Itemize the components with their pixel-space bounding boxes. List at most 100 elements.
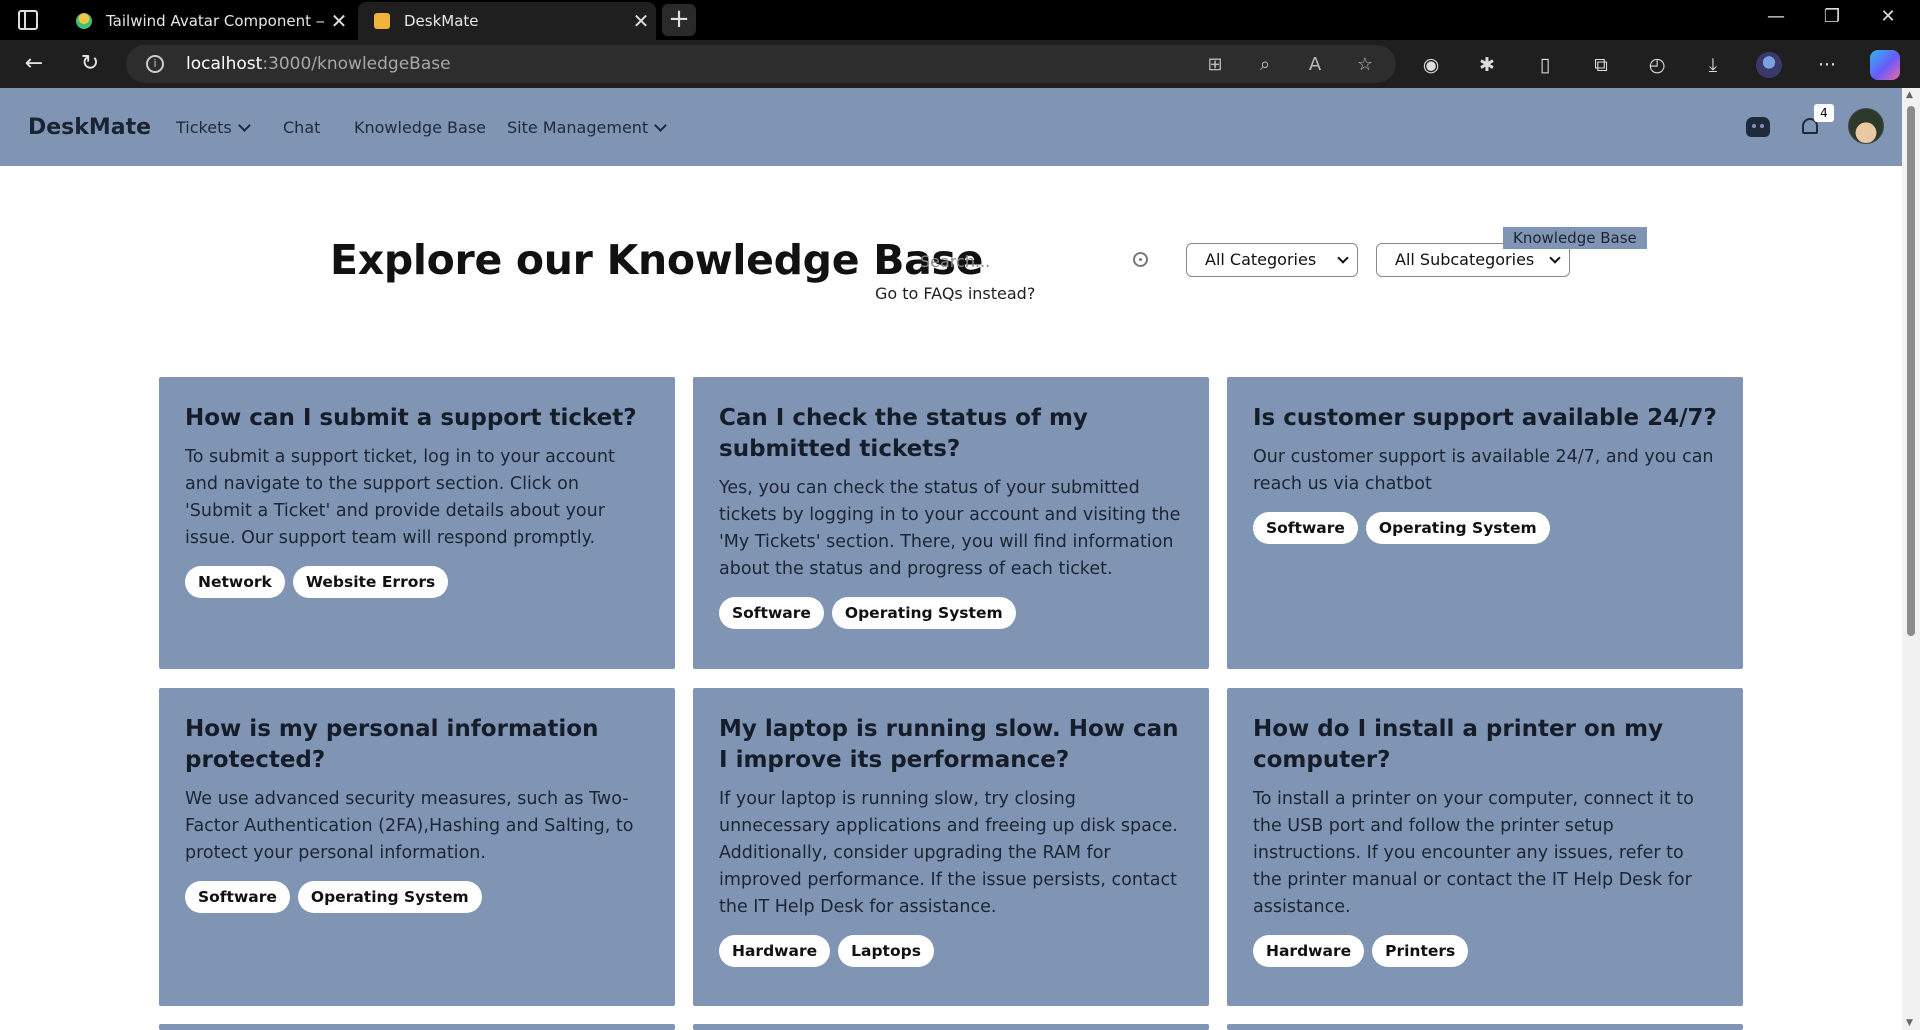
browser-tab-active[interactable]: DeskMate ✕ [358,2,656,40]
search-input[interactable] [906,243,1150,279]
card-body: Our customer support is available 24/7, … [1253,447,1714,494]
category-tag[interactable]: Software [719,597,824,629]
tag-list: Hardware Printers [1253,935,1717,967]
kb-card-partial[interactable] [159,1024,675,1030]
page-scrollbar[interactable]: ▲ ▼ [1902,88,1920,1030]
nav-tickets-label: Tickets [176,118,232,137]
reload-icon[interactable]: ↻ [74,48,106,80]
category-tag[interactable]: Software [1253,512,1358,544]
kb-card-partial[interactable] [1227,1024,1743,1030]
kb-card[interactable]: Is customer support available 24/7? Our … [1227,377,1743,669]
browser-tab[interactable]: Tailwind Avatar Component — Ta ✕ [60,2,354,40]
favorite-star-icon[interactable]: ☆ [1354,54,1376,76]
tab-close-icon[interactable]: ✕ [324,9,354,33]
new-tab-button[interactable]: + [662,4,696,36]
subcategory-select-value: All Subcategories [1395,250,1535,269]
card-body: We use advanced security measures, such … [185,789,634,863]
scroll-up-icon[interactable]: ▲ [1906,90,1913,100]
window-close-icon[interactable]: ✕ [1868,6,1908,27]
card-body: To install a printer on your computer, c… [1253,789,1694,917]
card-body: To submit a support ticket, log in to yo… [185,447,615,548]
category-tag[interactable]: Operating System [1365,512,1550,544]
nav-knowledge-base-label: Knowledge Base [354,118,486,137]
avatar[interactable] [1848,108,1884,144]
tab-title: Tailwind Avatar Component — Ta [106,12,324,30]
more-menu-icon[interactable]: ··· [1814,52,1840,78]
zoom-icon[interactable]: ⌕ [1254,54,1276,76]
split-screen-icon[interactable]: ▯ [1532,52,1558,78]
card-body: Yes, you can check the status of your su… [719,478,1181,579]
site-info-icon[interactable]: i [146,55,164,73]
notifications-button[interactable]: 4 [1800,104,1834,140]
category-tag[interactable]: Hardware [719,935,831,967]
app-navbar: DeskMate Tickets Chat Knowledge Base Sit… [0,88,1902,166]
browser-tab-bar: Tailwind Avatar Component — Ta ✕ DeskMat… [0,0,1920,40]
minimize-icon[interactable]: — [1756,6,1796,27]
card-title: Is customer support available 24/7? [1253,405,1717,431]
tag-list: Network Website Errors [185,566,649,598]
category-tag[interactable]: Operating System [831,597,1016,629]
chevron-down-icon [1337,252,1349,264]
downloads-icon[interactable]: ⤓ [1700,52,1726,78]
card-title: Can I check the status of my submitted t… [719,405,1088,462]
category-tag[interactable]: Software [185,881,290,913]
chevron-down-icon [237,118,251,132]
nav-chat[interactable]: Chat [283,118,320,137]
tab-favicon-icon [374,13,390,29]
tag-list: Software Operating System [1253,512,1717,544]
scrollbar-thumb[interactable] [1907,106,1915,636]
category-tag[interactable]: Laptops [838,935,934,967]
nav-tickets[interactable]: Tickets [176,118,251,137]
card-title: How is my personal information protected… [185,716,599,773]
url-text: localhost:3000/knowledgeBase [186,54,451,74]
tab-actions-icon[interactable] [18,10,38,30]
back-icon[interactable]: ← [18,48,50,80]
restore-icon[interactable]: ❐ [1812,6,1852,27]
collections-icon[interactable]: ⧉ [1588,52,1614,78]
card-title: My laptop is running slow. How can I imp… [719,716,1179,773]
scroll-down-icon[interactable]: ▼ [1906,1018,1913,1028]
chevron-down-icon [1549,252,1561,264]
app-available-icon[interactable]: ⊞ [1204,54,1226,76]
kb-card[interactable]: My laptop is running slow. How can I imp… [693,688,1209,1006]
tag-list: Hardware Laptops [719,935,1183,967]
extension-icon[interactable]: ◉ [1418,52,1444,78]
brand-logo[interactable]: DeskMate [28,115,151,140]
kb-card[interactable]: How can I submit a support ticket? To su… [159,377,675,669]
faq-link[interactable]: Go to FAQs instead? [875,284,1035,303]
browser-toolbar: ← ↻ i localhost:3000/knowledgeBase ⊞ ⌕ A… [0,40,1920,88]
nav-site-management-label: Site Management [507,118,649,137]
notification-count-badge: 4 [1814,104,1834,122]
kb-card-partial[interactable] [693,1024,1209,1030]
category-tag[interactable]: Operating System [297,881,482,913]
category-tag[interactable]: Website Errors [292,566,449,598]
nav-knowledge-base[interactable]: Knowledge Base [354,118,486,137]
card-title: How can I submit a support ticket? [185,405,637,431]
category-tag[interactable]: Network [185,566,285,598]
tab-close-icon[interactable]: ✕ [626,9,656,33]
page-title: Explore our Knowledge Base [330,236,984,284]
address-bar[interactable]: i localhost:3000/knowledgeBase ⊞ ⌕ A ☆ [126,45,1396,83]
history-icon[interactable]: ◴ [1644,52,1670,78]
profile-avatar-icon[interactable] [1756,52,1782,78]
category-tag[interactable]: Printers [1372,935,1469,967]
chevron-down-icon [654,118,668,132]
category-tag[interactable]: Hardware [1253,935,1365,967]
chatbot-icon[interactable] [1746,117,1770,137]
tooltip: Knowledge Base [1503,227,1647,249]
kb-card[interactable]: How do I install a printer on my compute… [1227,688,1743,1006]
kb-card[interactable]: Can I check the status of my submitted t… [693,377,1209,669]
kb-card[interactable]: How is my personal information protected… [159,688,675,1006]
extensions-puzzle-icon[interactable]: ✱ [1474,52,1500,78]
copilot-icon[interactable] [1870,50,1900,80]
tag-list: Software Operating System [719,597,1183,629]
category-select-value: All Categories [1205,250,1317,269]
search-icon[interactable] [1133,252,1148,267]
nav-site-management[interactable]: Site Management [507,118,668,137]
read-aloud-icon[interactable]: A [1304,54,1326,76]
category-select[interactable]: All Categories [1186,243,1358,277]
nav-chat-label: Chat [283,118,321,137]
tab-favicon-icon [76,13,92,29]
card-body: If your laptop is running slow, try clos… [719,789,1178,917]
tag-list: Software Operating System [185,881,649,913]
